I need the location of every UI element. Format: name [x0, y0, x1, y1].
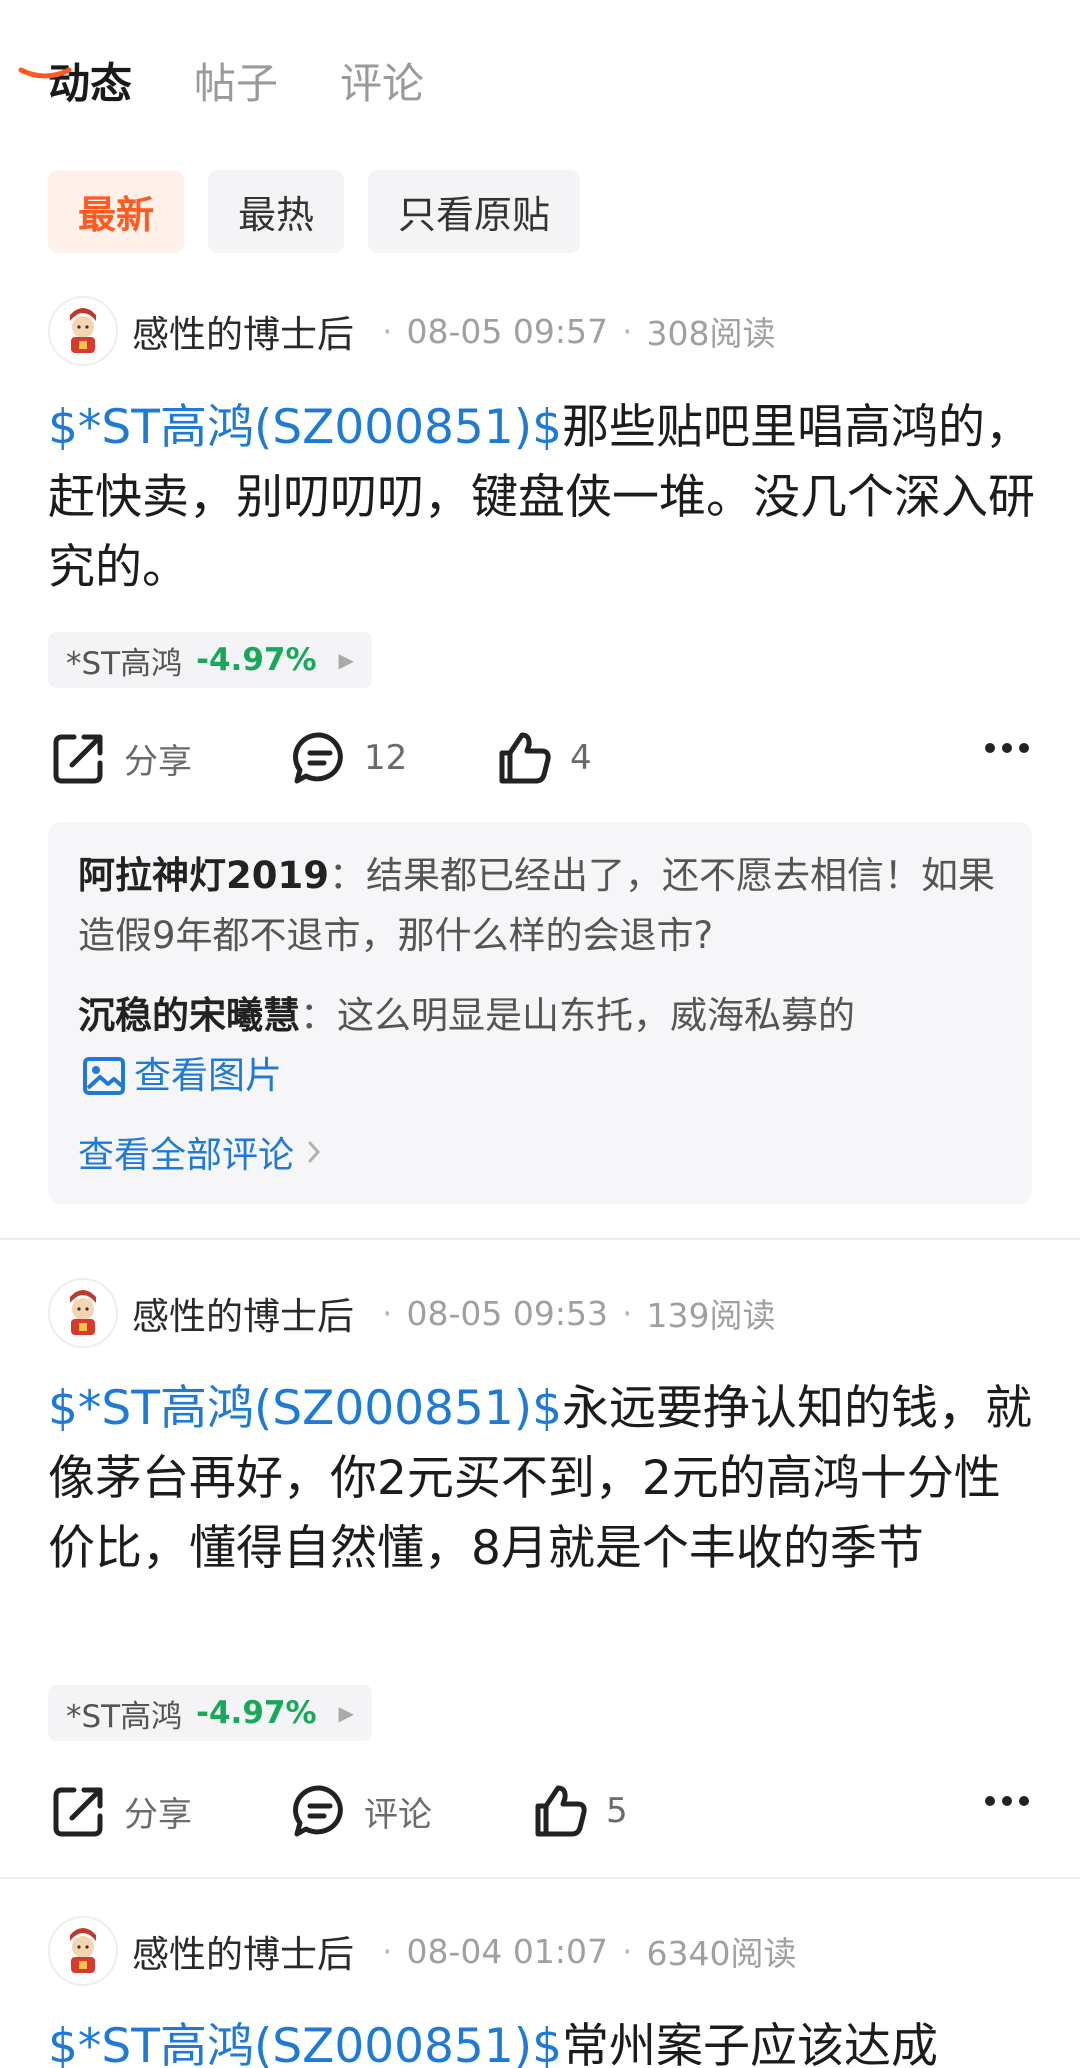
filter-original-only[interactable]: 只看原贴	[368, 170, 581, 253]
post-content[interactable]: $*ST高鸿(SZ000851)$永远要挣认知的钱，就像茅台再好，你2元买不到，…	[48, 1374, 1038, 1584]
comments-preview[interactable]: 阿拉神灯2019：结果都已经出了，还不愿去相信！如果造假9年都不退市，那什么样的…	[48, 822, 1032, 1204]
author-row: 感性的博士后 · 08-05 09:57 · 308阅读	[48, 295, 775, 367]
action-bar: 分享 评论 5	[50, 1775, 1030, 1847]
share-icon	[53, 734, 103, 784]
stock-tag-change: -4.97%	[196, 1695, 317, 1731]
post-meta: · 08-05 09:53 · 139阅读	[368, 1289, 775, 1337]
view-all-comments-link[interactable]: 查看全部评论	[78, 1126, 324, 1178]
stock-link[interactable]: $*ST高鸿(SZ000851)$	[48, 400, 562, 455]
post-date: 08-04 01:07	[406, 1931, 608, 1971]
post-content[interactable]: $*ST高鸿(SZ000851)$那些贴吧里唱高鸿的，赶快卖，别叨叨叨，键盘侠一…	[48, 393, 1038, 603]
more-icon[interactable]	[984, 742, 1030, 754]
avatar[interactable]	[48, 1916, 118, 1986]
comment-label: 评论	[364, 1794, 432, 1835]
post-reads: 139阅读	[646, 1296, 776, 1335]
comment-text: 这么明显是山东托，威海私募的	[337, 994, 855, 1037]
author-name[interactable]: 感性的博士后	[132, 1286, 354, 1340]
stock-tag-change: -4.97%	[196, 642, 317, 678]
comment-button[interactable]: 12	[292, 722, 407, 794]
comment-icon	[293, 1785, 343, 1837]
play-arrow-icon: ▶	[338, 1701, 354, 1725]
post-content[interactable]: $*ST高鸿(SZ000851)$常州案子应该达成	[48, 2012, 1038, 2068]
comment-item[interactable]: 沉稳的宋曦慧：这么明显是山东托，威海私募的 查看图片	[78, 986, 1002, 1114]
share-label: 分享	[124, 741, 192, 782]
thumbs-up-icon	[535, 1785, 587, 1837]
commenter-name[interactable]: 阿拉神灯2019	[78, 854, 329, 897]
stock-tag-name: *ST高鸿	[66, 645, 183, 682]
tab-comments[interactable]: 评论	[340, 52, 424, 116]
like-count: 4	[570, 738, 592, 778]
active-tab-indicator	[18, 67, 72, 79]
like-button[interactable]: 5	[532, 1775, 628, 1847]
comment-item[interactable]: 阿拉神灯2019：结果都已经出了，还不愿去相信！如果造假9年都不退市，那什么样的…	[78, 846, 1002, 966]
share-label: 分享	[124, 1794, 192, 1835]
view-image-link[interactable]: 查看图片	[78, 1046, 282, 1106]
tab-posts[interactable]: 帖子	[194, 52, 278, 116]
image-icon	[83, 1057, 125, 1095]
comment-count: 12	[364, 738, 408, 778]
play-arrow-icon: ▶	[338, 648, 354, 672]
stock-feed-page: 动态 帖子 评论 最新 最热 只看原贴 感性的博士后 · 08-05 09:57…	[0, 0, 1080, 2068]
post-date: 08-05 09:53	[406, 1293, 608, 1333]
author-row: 感性的博士后 · 08-05 09:53 · 139阅读	[48, 1277, 775, 1349]
thumbs-up-icon	[499, 732, 551, 784]
stock-tag-name: *ST高鸿	[66, 1698, 183, 1735]
comment-button[interactable]: 评论	[292, 1775, 432, 1847]
avatar[interactable]	[48, 1278, 118, 1348]
filter-chips: 最新 最热 只看原贴	[48, 170, 581, 253]
share-icon	[53, 1787, 103, 1837]
divider	[0, 1877, 1080, 1879]
action-bar: 分享 12 4	[50, 722, 1030, 794]
stock-link[interactable]: $*ST高鸿(SZ000851)$	[48, 1381, 562, 1436]
filter-latest[interactable]: 最新	[48, 170, 185, 253]
view-all-comments-label: 查看全部评论	[78, 1135, 295, 1176]
tab-bar: 动态 帖子 评论	[48, 52, 424, 116]
post-reads: 308阅读	[646, 314, 776, 353]
comment-icon	[293, 732, 343, 784]
share-button[interactable]: 分享	[50, 722, 192, 794]
filter-hottest[interactable]: 最热	[208, 170, 345, 253]
post-text: 常州案子应该达成	[561, 2019, 938, 2068]
post-reads: 6340阅读	[646, 1934, 797, 1973]
divider	[0, 1238, 1080, 1240]
avatar[interactable]	[48, 296, 118, 366]
like-button[interactable]: 4	[496, 722, 592, 794]
stock-link[interactable]: $*ST高鸿(SZ000851)$	[48, 2019, 562, 2068]
tab-activity[interactable]: 动态	[48, 52, 132, 116]
post-meta: · 08-04 01:07 · 6340阅读	[368, 1927, 796, 1975]
commenter-name[interactable]: 沉稳的宋曦慧	[78, 994, 300, 1037]
post-date: 08-05 09:57	[406, 311, 608, 351]
author-row: 感性的博士后 · 08-04 01:07 · 6340阅读	[48, 1915, 796, 1987]
chevron-right-icon	[308, 1141, 321, 1163]
view-image-label: 查看图片	[134, 1054, 282, 1097]
more-icon[interactable]	[984, 1795, 1030, 1807]
like-count: 5	[606, 1791, 628, 1831]
post-meta: · 08-05 09:57 · 308阅读	[368, 307, 775, 355]
author-name[interactable]: 感性的博士后	[132, 1924, 354, 1978]
share-button[interactable]: 分享	[50, 1775, 192, 1847]
author-name[interactable]: 感性的博士后	[132, 304, 354, 358]
stock-tag[interactable]: *ST高鸿 -4.97% ▶	[48, 632, 372, 688]
stock-tag[interactable]: *ST高鸿 -4.97% ▶	[48, 1685, 372, 1741]
